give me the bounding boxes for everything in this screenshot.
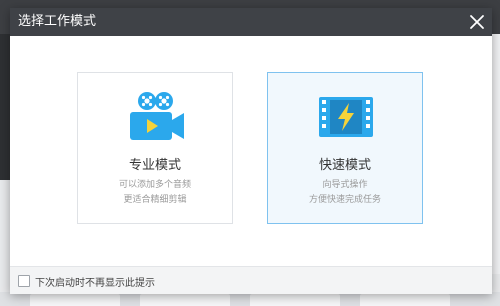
dialog-title: 选择工作模式 [18, 14, 97, 29]
dont-show-again-checkbox[interactable] [18, 275, 30, 287]
background-card [250, 294, 340, 306]
dialog-body: 专业模式 可以添加多个音频 更适合精细剪辑 快速模式 向导式操作 方便快速完成任… [10, 36, 492, 266]
dialog-footer: 下次启动时不再显示此提示 [10, 266, 492, 294]
mode-title: 专业模式 [128, 158, 181, 173]
close-button[interactable] [468, 13, 486, 31]
mode-title: 快速模式 [318, 158, 371, 173]
dialog-header: 选择工作模式 [10, 8, 492, 36]
quick-mode-card[interactable]: 快速模式 向导式操作 方便快速完成任务 [267, 72, 423, 224]
mode-description: 方便快速完成任务 [308, 195, 381, 205]
dont-show-again-label[interactable]: 下次启动时不再显示此提示 [35, 274, 155, 289]
movie-camera-icon [130, 92, 184, 140]
background-app-bottom [0, 292, 500, 306]
close-icon [470, 15, 484, 29]
work-mode-dialog: 选择工作模式 专业模式 可以添加多个音频 更适合精细剪辑 快速模式 向导式操作 … [10, 8, 492, 294]
mode-description: 更适合精细剪辑 [123, 195, 187, 205]
background-card [30, 294, 120, 306]
professional-mode-card[interactable]: 专业模式 可以添加多个音频 更适合精细剪辑 [77, 72, 233, 224]
background-card [140, 294, 230, 306]
background-card [360, 294, 450, 306]
film-lightning-icon [319, 97, 373, 137]
mode-description: 向导式操作 [322, 180, 368, 190]
mode-description: 可以添加多个音频 [118, 180, 191, 190]
